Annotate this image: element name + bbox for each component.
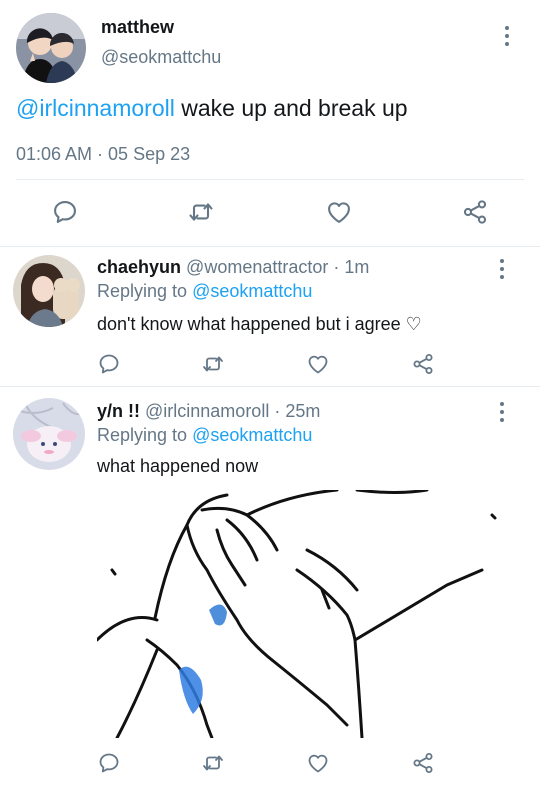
reply-text: don't know what happened but i agree ♡ [97,314,422,334]
reply-button[interactable] [51,198,79,226]
reply-time: · 1m [333,257,370,277]
avatar-yn[interactable] [13,398,85,470]
like-icon [306,352,330,376]
tweet-text: @irlcinnamoroll wake up and break up [16,95,408,122]
avatar-chaehyun[interactable] [13,255,85,327]
share-button[interactable] [461,198,489,226]
attached-image[interactable] [97,490,522,738]
retweet-icon [201,751,225,775]
share-button[interactable] [411,751,435,775]
share-icon [411,352,435,376]
author-handle[interactable]: @seokmattchu [101,47,221,68]
tweet-body: wake up and break up [174,95,408,121]
reply-button[interactable] [97,751,121,775]
like-icon [325,198,353,226]
retweet-icon [187,198,215,226]
retweet-icon [201,352,225,376]
more-icon[interactable] [500,402,504,422]
reply-button[interactable] [97,352,121,376]
reply-text: what happened now [97,456,259,476]
replying-to-label: Replying to [97,281,193,301]
reply-icon [51,198,79,226]
reply-author-handle[interactable]: @womenattractor [186,257,328,277]
reply-divider [0,386,540,387]
replying-to: Replying to @seokmattchu [97,425,312,446]
reply-author-name[interactable]: y/n !! [97,401,140,421]
like-button[interactable] [325,198,353,226]
reply-time: · 25m [274,401,321,421]
replying-to-label: Replying to [97,425,193,445]
more-icon[interactable] [500,259,504,279]
tweet-timestamp: 01:06 AM · 05 Sep 23 [16,144,191,164]
reply-header: chaehyun @womenattractor · 1m [97,257,369,278]
reply-author-handle[interactable]: @irlcinnamoroll [145,401,269,421]
avatar-matthew[interactable] [16,13,86,83]
share-icon [411,751,435,775]
like-button[interactable] [306,751,330,775]
timestamp-divider [16,179,524,180]
more-icon[interactable] [505,26,509,46]
share-button[interactable] [411,352,435,376]
mention-link[interactable]: @irlcinnamoroll [16,95,175,121]
reply-icon [97,352,121,376]
replying-to-handle[interactable]: @seokmattchu [192,281,312,301]
share-icon [461,198,489,226]
tweet-divider [0,246,540,247]
retweet-button[interactable] [201,751,225,775]
retweet-button[interactable] [187,198,215,226]
like-button[interactable] [306,352,330,376]
replying-to: Replying to @seokmattchu [97,281,312,302]
reply-author-name[interactable]: chaehyun [97,257,181,277]
reply-icon [97,751,121,775]
reply-header: y/n !! @irlcinnamoroll · 25m [97,401,320,422]
like-icon [306,751,330,775]
retweet-button[interactable] [201,352,225,376]
author-name[interactable]: matthew [101,17,174,38]
replying-to-handle[interactable]: @seokmattchu [192,425,312,445]
